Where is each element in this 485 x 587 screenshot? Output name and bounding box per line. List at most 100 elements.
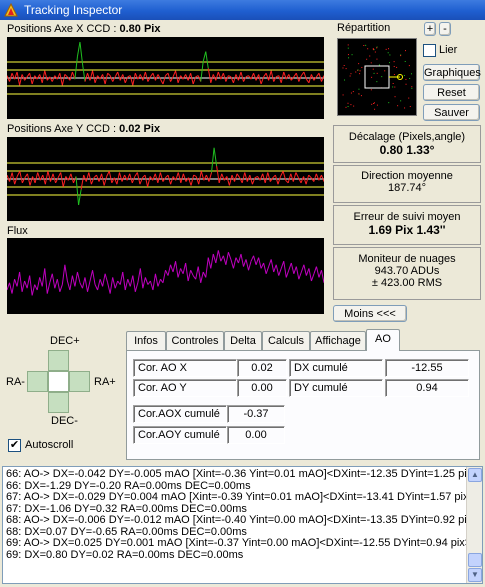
repartition-title: Répartition	[337, 22, 391, 34]
trace-segment	[175, 261, 179, 278]
scatter-point	[345, 68, 347, 70]
zoom-in-button[interactable]: +	[424, 22, 436, 36]
trace-segment	[215, 250, 219, 264]
trace-segment	[243, 259, 247, 267]
trace-segment	[212, 253, 217, 264]
scatter-point	[376, 104, 378, 106]
autoscroll-checkbox[interactable]: ✔	[8, 439, 21, 452]
tab-affichage[interactable]: Affichage	[310, 331, 366, 351]
trace-segment	[129, 275, 134, 287]
trace-segment	[92, 270, 96, 285]
scatter-point	[353, 105, 355, 107]
trace-segment	[305, 78, 310, 84]
sauver-button[interactable]: Sauver	[423, 104, 480, 121]
scatter-point	[404, 107, 406, 109]
trace-segment	[144, 71, 149, 82]
trace-segment	[190, 269, 194, 276]
trace-segment	[39, 74, 43, 83]
trace-segment	[200, 61, 204, 82]
trace-segment	[297, 177, 302, 184]
scatter-point	[387, 52, 389, 54]
trace-segment	[263, 72, 267, 78]
tab-infos[interactable]: Infos	[126, 331, 166, 351]
trace-segment	[89, 270, 94, 282]
scatter-point	[350, 92, 352, 94]
trace-segment	[34, 172, 39, 184]
trace-segment	[94, 284, 99, 291]
trace-segment	[104, 273, 109, 283]
flux-plot	[7, 238, 324, 314]
lier-checkbox[interactable]	[423, 44, 436, 57]
scroll-up-icon[interactable]: ▲	[468, 468, 482, 482]
trace-segment	[248, 261, 252, 271]
tab-ao[interactable]: AO	[366, 329, 400, 351]
trace-segment	[32, 176, 36, 184]
scatter-point	[360, 95, 362, 97]
scatter-point	[369, 55, 371, 57]
trace-segment	[87, 73, 91, 81]
trace-segment	[62, 176, 67, 187]
trace-segment	[202, 51, 207, 62]
trace-segment	[152, 273, 156, 291]
trace-segment	[185, 262, 189, 282]
trace-segment	[230, 259, 234, 269]
zoom-out-button[interactable]: -	[439, 22, 451, 36]
trace-segment	[310, 273, 315, 282]
scatter-point	[388, 102, 390, 104]
trace-segment	[16, 170, 21, 177]
dx-cumule-value: -12.55	[385, 359, 469, 377]
graphiques-button[interactable]: Graphiques	[423, 64, 481, 81]
scroll-down-icon[interactable]: ▼	[468, 568, 482, 582]
trace-segment	[124, 174, 128, 181]
trace-segment	[167, 264, 172, 276]
trace-segment	[76, 271, 81, 283]
trace-segment	[228, 174, 233, 186]
tab-controles[interactable]: Controles	[166, 331, 224, 351]
trace-segment	[132, 275, 136, 292]
trace-segment	[308, 74, 312, 83]
trace-segment	[295, 266, 300, 280]
dec-minus-pad[interactable]	[48, 392, 69, 413]
trace-segment	[245, 259, 250, 271]
y-axis-label-text: Positions Axe Y CCD :	[7, 123, 120, 135]
trace-segment	[54, 75, 58, 80]
scroll-thumb[interactable]	[468, 553, 482, 567]
trace-segment	[101, 173, 105, 186]
direction-value: 187.74°	[387, 182, 427, 194]
direction-panel: Direction moyenne 187.74°	[333, 165, 481, 203]
decalage-title: Décalage (Pixels,angle)	[348, 131, 466, 143]
log-console[interactable]: 66: AO-> DX=-0.042 DY=-0.005 mAO [Xint=-…	[2, 466, 483, 584]
trace-segment	[235, 257, 239, 264]
trace-segment	[288, 262, 292, 271]
trace-segment	[231, 174, 235, 182]
title-bar[interactable]: Tracking Inspector	[0, 0, 485, 20]
ra-plus-pad[interactable]	[69, 371, 90, 392]
log-scrollbar[interactable]: ▲ ▼	[466, 467, 482, 583]
trace-segment	[223, 176, 228, 181]
scatter-point	[376, 72, 378, 74]
trace-segment	[167, 73, 172, 82]
tab-delta[interactable]: Delta	[224, 331, 262, 351]
trace-segment	[320, 174, 324, 182]
trace-segment	[290, 262, 295, 274]
trace-segment	[127, 279, 131, 287]
dec-plus-pad[interactable]	[48, 350, 69, 371]
trace-segment	[295, 172, 299, 178]
trace-segment	[245, 75, 249, 78]
trace-segment	[114, 71, 119, 78]
ra-minus-pad[interactable]	[27, 371, 48, 392]
reset-button[interactable]: Reset	[423, 84, 480, 101]
scatter-point	[372, 48, 374, 50]
moins-button[interactable]: Moins <<<	[333, 305, 407, 322]
trace-segment	[215, 71, 219, 81]
scatter-point	[367, 48, 369, 50]
tab-calculs[interactable]: Calculs	[262, 331, 310, 351]
scatter-point	[410, 73, 412, 75]
scatter-point	[351, 54, 353, 56]
trace-segment	[207, 257, 212, 269]
scatter-point	[372, 68, 374, 70]
trace-segment	[59, 284, 63, 292]
scatter-point	[347, 47, 349, 49]
trace-segment	[268, 70, 272, 81]
trace-segment	[149, 72, 154, 78]
